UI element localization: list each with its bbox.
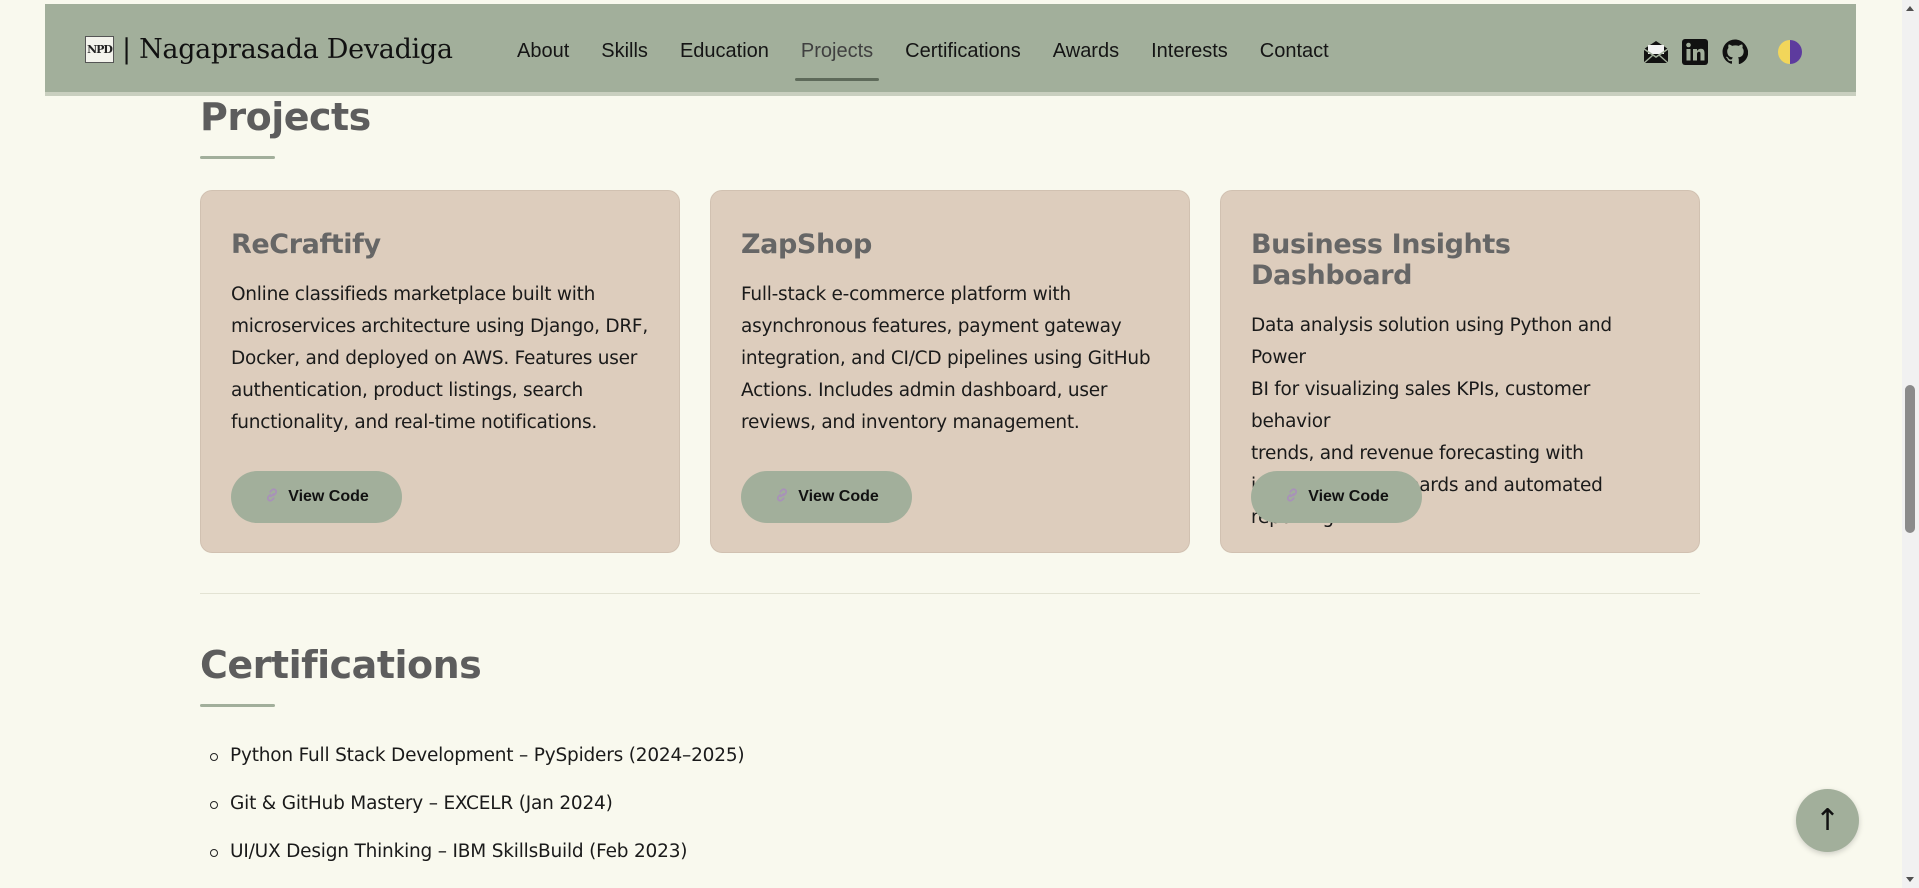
link-icon [1284, 487, 1300, 507]
scroll-up-icon[interactable] [1906, 6, 1914, 11]
mail-icon[interactable] [1642, 39, 1670, 65]
view-code-label: View Code [798, 488, 879, 505]
theme-toggle-icon[interactable] [1778, 40, 1802, 64]
list-item: Python Full Stack Development – PySpider… [210, 740, 745, 788]
certifications-list: Python Full Stack Development – PySpider… [210, 740, 745, 884]
top-navbar: NPD | Nagaprasada Devadiga About Skills … [45, 4, 1856, 96]
project-title: ReCraftify [231, 229, 381, 260]
scrollbar[interactable] [1902, 0, 1919, 888]
link-icon [774, 487, 790, 507]
list-item: UI/UX Design Thinking – IBM SkillsBuild … [210, 836, 744, 884]
brand-name: | Nagaprasada Devadiga [122, 34, 453, 65]
project-title: ZapShop [741, 229, 872, 260]
projects-heading-underline [200, 156, 275, 159]
scroll-down-icon[interactable] [1906, 877, 1914, 882]
social-icons [1642, 39, 1802, 65]
github-icon[interactable] [1722, 39, 1748, 65]
projects-heading: Projects [200, 95, 371, 139]
brand-logo: NPD [85, 36, 114, 63]
nav-link-certifications[interactable]: Certifications [905, 4, 1021, 92]
nav-link-education[interactable]: Education [680, 4, 769, 92]
nav-link-skills[interactable]: Skills [601, 4, 648, 92]
nav-link-contact[interactable]: Contact [1260, 4, 1329, 92]
nav-link-projects[interactable]: Projects [794, 4, 880, 92]
section-divider [200, 593, 1700, 594]
certifications-heading-underline [200, 704, 275, 707]
project-description: Full-stack e-commerce platform with asyn… [741, 284, 1151, 433]
view-code-button[interactable]: View Code [231, 471, 402, 523]
link-icon [264, 487, 280, 507]
bullet-icon [210, 753, 218, 761]
nav-links: About Skills Education Projects Certific… [517, 4, 1329, 92]
nav-link-interests[interactable]: Interests [1151, 4, 1228, 92]
project-card: ZapShop Full-stack e-commerce platform w… [710, 190, 1190, 553]
nav-link-awards[interactable]: Awards [1053, 4, 1119, 92]
project-cards: ReCraftify Online classifieds marketplac… [200, 190, 1700, 553]
bullet-icon [210, 849, 218, 857]
project-description: Online classifieds marketplace built wit… [231, 284, 648, 433]
certifications-heading: Certifications [200, 643, 482, 687]
project-card: ReCraftify Online classifieds marketplac… [200, 190, 680, 553]
project-title: Business Insights Dashboard [1251, 229, 1511, 291]
view-code-button[interactable]: View Code [741, 471, 912, 523]
view-code-label: View Code [1308, 488, 1389, 505]
brand[interactable]: NPD | Nagaprasada Devadiga [85, 34, 453, 65]
back-to-top-button[interactable]: ↑ [1796, 789, 1859, 852]
view-code-label: View Code [288, 488, 369, 505]
list-item: Git & GitHub Mastery – EXCELR (Jan 2024) [210, 788, 744, 836]
linkedin-icon[interactable] [1682, 39, 1708, 65]
bullet-icon [210, 801, 218, 809]
scrollbar-thumb[interactable] [1905, 385, 1915, 533]
view-code-button[interactable]: View Code [1251, 471, 1422, 523]
nav-link-about[interactable]: About [517, 4, 569, 92]
project-card: Business Insights Dashboard Data analysi… [1220, 190, 1700, 553]
